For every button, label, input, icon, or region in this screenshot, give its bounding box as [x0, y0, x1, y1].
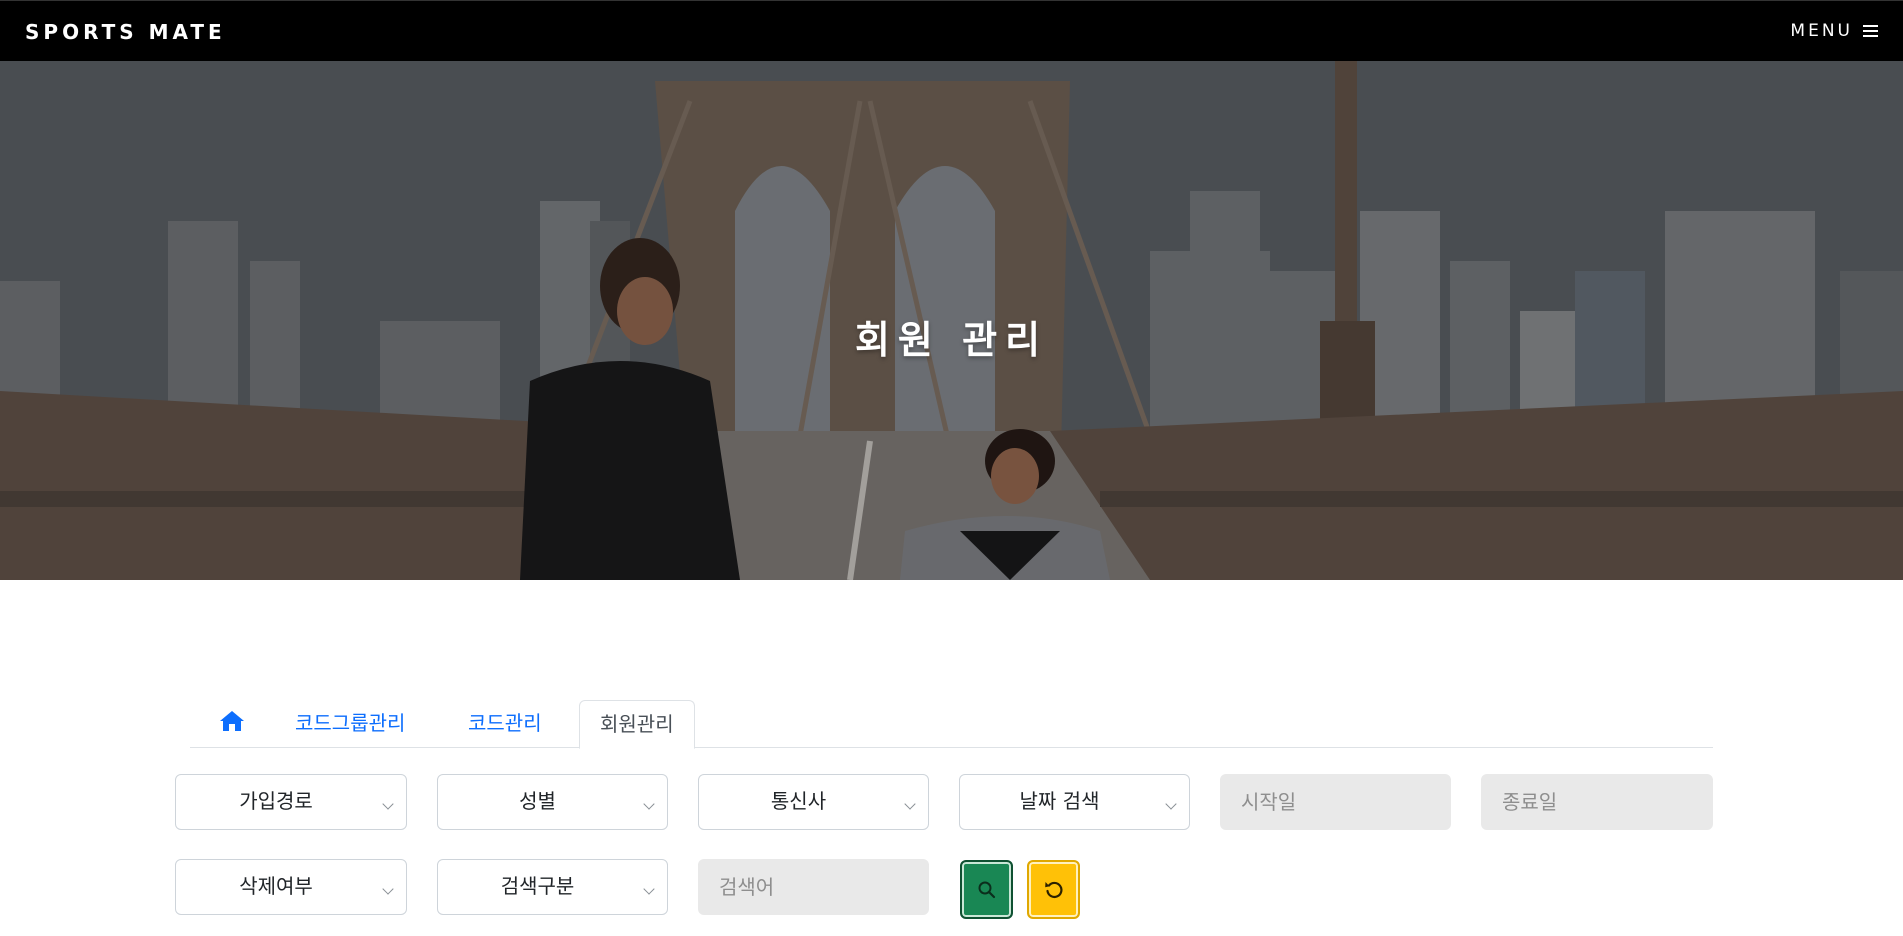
home-icon[interactable]	[218, 709, 246, 737]
chevron-down-icon	[904, 798, 916, 810]
search-type-value: 검색구분	[500, 874, 575, 898]
delete-status-value: 삭제여부	[239, 874, 313, 898]
top-navbar: SPORTS MATE MENU	[0, 0, 1903, 61]
carrier-value: 통신사	[770, 789, 827, 813]
chevron-down-icon	[382, 883, 394, 895]
menu-button[interactable]: MENU	[1790, 21, 1878, 41]
join-route-value: 가입경로	[239, 789, 313, 813]
gender-select[interactable]: 성별	[437, 774, 668, 830]
tab-code[interactable]: 코드관리	[448, 700, 562, 748]
tab-member[interactable]: 회원관리	[579, 700, 695, 749]
hero-banner: 회원 관리	[0, 61, 1903, 580]
tab-code-group[interactable]: 코드그룹관리	[275, 700, 425, 748]
admin-tabs: 코드그룹관리 코드관리 회원관리	[190, 700, 1713, 749]
keyword-input[interactable]: 검색어	[698, 859, 929, 915]
chevron-down-icon	[643, 798, 655, 810]
chevron-down-icon	[382, 798, 394, 810]
date-search-value: 날짜 검색	[1019, 789, 1100, 813]
search-button[interactable]	[960, 860, 1013, 919]
brand-logo[interactable]: SPORTS MATE	[25, 20, 226, 44]
carrier-select[interactable]: 통신사	[698, 774, 929, 830]
start-date-input[interactable]: 시작일	[1220, 774, 1451, 830]
date-search-select[interactable]: 날짜 검색	[959, 774, 1190, 830]
chevron-down-icon	[643, 883, 655, 895]
search-icon	[978, 881, 995, 898]
menu-icon	[1863, 25, 1878, 37]
join-route-select[interactable]: 가입경로	[175, 774, 407, 830]
delete-status-select[interactable]: 삭제여부	[175, 859, 407, 915]
chevron-down-icon	[1165, 798, 1177, 810]
reset-icon	[1044, 881, 1063, 898]
reset-button[interactable]	[1027, 860, 1080, 919]
end-date-input[interactable]: 종료일	[1481, 774, 1713, 830]
search-type-select[interactable]: 검색구분	[437, 859, 668, 915]
menu-label: MENU	[1790, 21, 1853, 41]
page-title: 회원 관리	[854, 318, 1049, 362]
gender-value: 성별	[519, 789, 556, 813]
